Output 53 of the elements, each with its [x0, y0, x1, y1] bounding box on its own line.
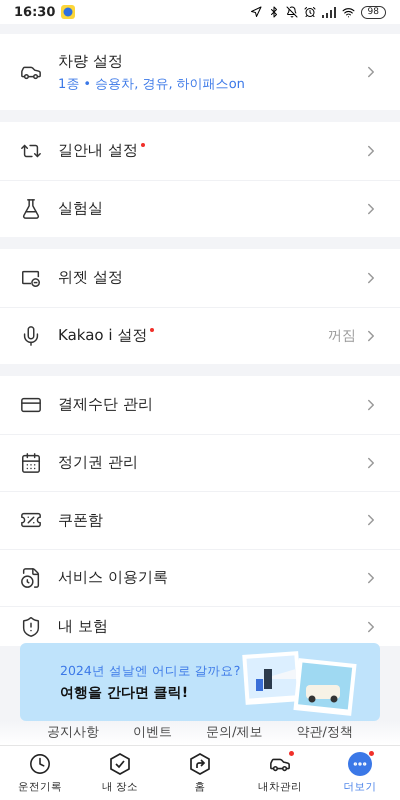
- settings-row[interactable]: 서비스 이용기록: [0, 548, 400, 606]
- settings-row[interactable]: 쿠폰함: [0, 491, 400, 548]
- tab-bar-item[interactable]: 내차관리: [240, 746, 320, 800]
- settings-row[interactable]: 실험실: [0, 180, 400, 237]
- tab-label: 더보기: [344, 780, 376, 794]
- row-label: 내 보험: [58, 617, 108, 636]
- battery-level: 98: [360, 6, 386, 18]
- status-time: 16:30: [14, 4, 56, 20]
- tab-label: 운전기록: [18, 780, 62, 794]
- row-label: 서비스 이용기록: [58, 568, 168, 588]
- calendar-icon: [20, 452, 42, 474]
- check-hexagon-icon: [108, 752, 132, 776]
- wifi-icon: [342, 6, 355, 18]
- row-label: 결제수단 관리: [58, 395, 153, 414]
- row-value: 꺼짐: [328, 326, 356, 345]
- settings-row[interactable]: Kakao i 설정 꺼짐: [0, 306, 400, 364]
- row-label: 위젯 설정: [58, 268, 123, 288]
- flask-icon: [20, 198, 42, 220]
- tab-bar-item[interactable]: 홈: [160, 746, 240, 800]
- row-label: 차량 설정: [58, 52, 123, 70]
- shield-icon: [20, 616, 42, 638]
- settings-row[interactable]: 길안내 설정: [0, 122, 400, 180]
- banner-title: 여행을 간다면 클릭!: [60, 684, 190, 702]
- tab-label: 내 장소: [102, 780, 138, 794]
- location-icon: [250, 6, 262, 18]
- footer-link[interactable]: 문의/제보: [206, 723, 262, 741]
- app-icon: [61, 5, 76, 19]
- settings-row[interactable]: 차량 설정 1종 • 승용차, 경유, 하이패스on: [0, 34, 400, 110]
- row-label: 정기권 관리: [58, 453, 138, 472]
- footer-link[interactable]: 이벤트: [133, 723, 172, 741]
- document-clock-icon: [20, 566, 42, 589]
- settings-row[interactable]: 결제수단 관리: [0, 376, 400, 434]
- footer-link[interactable]: 약관/정책: [296, 723, 353, 741]
- signal-icon: [322, 6, 336, 18]
- settings-row[interactable]: 위젯 설정: [0, 249, 400, 306]
- alarm-icon: [304, 6, 316, 18]
- settings-row[interactable]: 정기권 관리: [0, 434, 400, 491]
- tab-bar-item[interactable]: 더보기: [320, 746, 400, 800]
- tab-bar-item[interactable]: 운전기록: [0, 746, 80, 800]
- clock-icon: [29, 753, 51, 775]
- row-label: Kakao i 설정: [58, 326, 148, 346]
- footer-link[interactable]: 공지사항: [47, 723, 100, 741]
- arrow-hexagon-icon: [188, 752, 212, 776]
- row-subtitle: 1종 • 승용차, 경유, 하이패스on: [58, 76, 246, 92]
- tab-bar-item[interactable]: 내 장소: [80, 746, 160, 800]
- tab-label: 홈: [194, 780, 206, 794]
- bell-off-icon: [286, 6, 298, 18]
- row-label: 길안내 설정: [58, 141, 138, 160]
- promo-banner[interactable]: 2024년 설날엔 어디로 갈까요? 여행을 간다면 클릭!: [20, 643, 380, 721]
- tab-label: 내차관리: [258, 780, 302, 794]
- banner-subtitle: 2024년 설날엔 어디로 갈까요?: [60, 662, 242, 680]
- row-label: 실험실: [58, 199, 103, 218]
- row-label: 쿠폰함: [58, 510, 103, 530]
